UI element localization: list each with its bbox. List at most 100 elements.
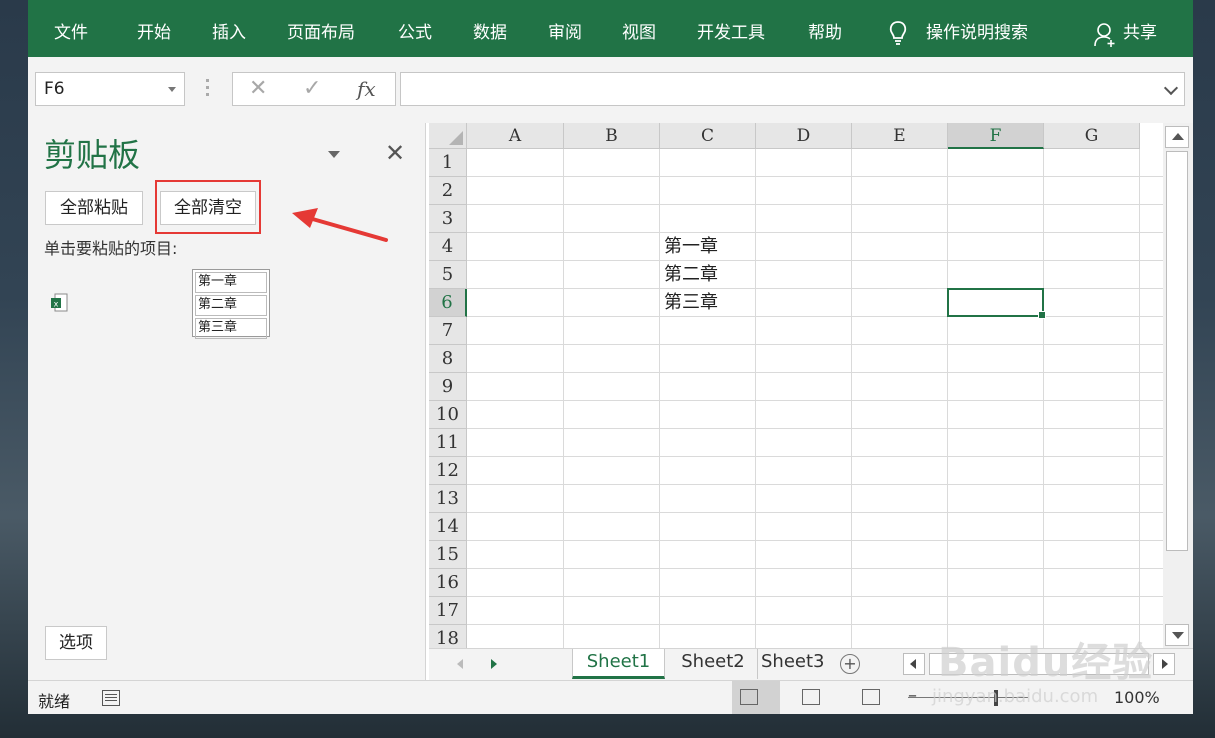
row-header-2[interactable]: 2	[429, 177, 467, 205]
gridline	[467, 232, 1163, 233]
gridline	[467, 400, 1163, 401]
column-header-e[interactable]: E	[852, 123, 948, 149]
close-icon[interactable]: ✕	[385, 141, 405, 165]
sheet-tabs-bar: Sheet1 Sheet2 Sheet3 ... +	[429, 648, 1193, 680]
zoom-slider[interactable]	[908, 697, 1028, 698]
column-header-f[interactable]: F	[948, 123, 1044, 149]
pane-title: 剪贴板	[44, 136, 141, 174]
row-header-16[interactable]: 16	[429, 569, 467, 597]
cell-c6[interactable]: 第三章	[660, 289, 718, 317]
red-arrow-annotation	[292, 208, 388, 242]
row-header-15[interactable]: 15	[429, 541, 467, 569]
zoom-out-icon[interactable]: –	[908, 685, 917, 706]
row-header-14[interactable]: 14	[429, 513, 467, 541]
gridline	[467, 428, 1163, 429]
fill-handle[interactable]	[1038, 311, 1046, 319]
column-header-d[interactable]: D	[756, 123, 852, 149]
gridline	[467, 316, 1163, 317]
formula-buttons: ✕ ✓ fx	[232, 72, 396, 106]
tab-view[interactable]: 视图	[622, 21, 656, 45]
cell-c4[interactable]: 第一章	[660, 233, 718, 261]
tab-page-layout[interactable]: 页面布局	[287, 21, 355, 45]
column-header-g[interactable]: G	[1044, 123, 1140, 149]
gridline	[563, 149, 564, 648]
clipboard-item-line: 第三章	[195, 318, 267, 339]
column-header-c[interactable]: C	[660, 123, 756, 149]
page-layout-view-icon[interactable]	[802, 689, 820, 705]
column-header-a[interactable]: A	[467, 123, 564, 149]
row-header-4[interactable]: 4	[429, 233, 467, 261]
select-all-corner[interactable]	[429, 123, 467, 149]
row-header-11[interactable]: 11	[429, 429, 467, 457]
tab-data[interactable]: 数据	[473, 21, 507, 45]
sheet-tab-1[interactable]: Sheet1	[572, 649, 665, 679]
zoom-slider-thumb[interactable]	[994, 690, 998, 706]
insert-function-icon[interactable]: fx	[357, 77, 376, 101]
gridline	[467, 260, 1163, 261]
scroll-left-icon[interactable]	[903, 653, 925, 675]
row-header-3[interactable]: 3	[429, 205, 467, 233]
normal-view-icon[interactable]	[740, 689, 758, 705]
tab-formulas[interactable]: 公式	[398, 21, 432, 45]
macro-record-icon[interactable]	[102, 690, 120, 706]
row-header-5[interactable]: 5	[429, 261, 467, 289]
scroll-up-icon[interactable]	[1165, 126, 1189, 148]
tell-me-search[interactable]: 操作说明搜索	[926, 21, 1028, 45]
scroll-right-icon[interactable]	[1153, 653, 1175, 675]
tab-home[interactable]: 开始	[137, 21, 171, 45]
gridline	[467, 540, 1163, 541]
zoom-level[interactable]: 100%	[1114, 688, 1160, 707]
cell-c5[interactable]: 第二章	[660, 261, 718, 289]
paste-all-button[interactable]: 全部粘贴	[45, 191, 143, 225]
vertical-scrollbar[interactable]	[1163, 123, 1193, 648]
row-header-12[interactable]: 12	[429, 457, 467, 485]
tab-review[interactable]: 审阅	[548, 21, 582, 45]
row-header-8[interactable]: 8	[429, 345, 467, 373]
enter-icon[interactable]: ✓	[303, 77, 321, 101]
share-button[interactable]: 共享	[1123, 21, 1157, 45]
name-box[interactable]: F6	[35, 72, 185, 106]
row-header-9[interactable]: 9	[429, 373, 467, 401]
gridline	[947, 149, 948, 648]
expand-icon[interactable]	[1163, 80, 1179, 96]
clipboard-item[interactable]: 第一章 第二章 第三章	[192, 269, 270, 339]
options-button[interactable]: 选项	[45, 626, 107, 660]
gridline	[467, 512, 1163, 513]
row-header-6[interactable]: 6	[429, 289, 467, 317]
row-header-18[interactable]: 18	[429, 625, 467, 648]
ribbon: 文件 开始 插入 页面布局 公式 数据 审阅 视图 开发工具 帮助 操作说明搜索…	[28, 0, 1193, 57]
tab-file[interactable]: 文件	[54, 21, 88, 45]
gridline	[467, 596, 1163, 597]
sheet-tab-3[interactable]: Sheet3 ...	[761, 649, 831, 679]
prev-sheet-icon[interactable]	[457, 659, 463, 669]
row-header-10[interactable]: 10	[429, 401, 467, 429]
status-ready: 就绪	[38, 692, 71, 711]
spreadsheet-grid[interactable]: A B C D E F G 1 2 3 4 5 6 7 8 9 10 11 12 13 14 15 16 17 18 第一章 第二章…	[429, 123, 1163, 648]
row-header-13[interactable]: 13	[429, 485, 467, 513]
lightbulb-icon	[889, 21, 907, 45]
scroll-thumb[interactable]	[1166, 151, 1188, 551]
scroll-down-icon[interactable]	[1165, 624, 1189, 646]
row-header-17[interactable]: 17	[429, 597, 467, 625]
gridline	[467, 344, 1163, 345]
add-sheet-icon[interactable]: +	[840, 654, 860, 674]
tab-help[interactable]: 帮助	[808, 21, 842, 45]
next-sheet-icon[interactable]	[491, 659, 497, 669]
tab-insert[interactable]: 插入	[212, 21, 246, 45]
pane-options-icon[interactable]	[328, 151, 340, 158]
tab-developer[interactable]: 开发工具	[697, 21, 765, 45]
cancel-icon[interactable]: ✕	[249, 77, 267, 101]
formula-bar: F6 ✕ ✓ fx	[28, 57, 1193, 123]
gridline	[1043, 149, 1044, 648]
sheet-tab-2[interactable]: Sheet2	[669, 649, 758, 679]
row-header-7[interactable]: 7	[429, 317, 467, 345]
horizontal-scroll-thumb[interactable]	[929, 653, 1149, 675]
formula-input[interactable]	[400, 72, 1185, 106]
row-header-1[interactable]: 1	[429, 149, 467, 177]
gridline	[467, 568, 1163, 569]
drag-handle[interactable]	[206, 79, 209, 97]
active-cell[interactable]	[947, 288, 1046, 319]
page-break-view-icon[interactable]	[862, 689, 880, 705]
clipboard-item-line: 第二章	[195, 295, 267, 316]
column-header-b[interactable]: B	[564, 123, 660, 149]
